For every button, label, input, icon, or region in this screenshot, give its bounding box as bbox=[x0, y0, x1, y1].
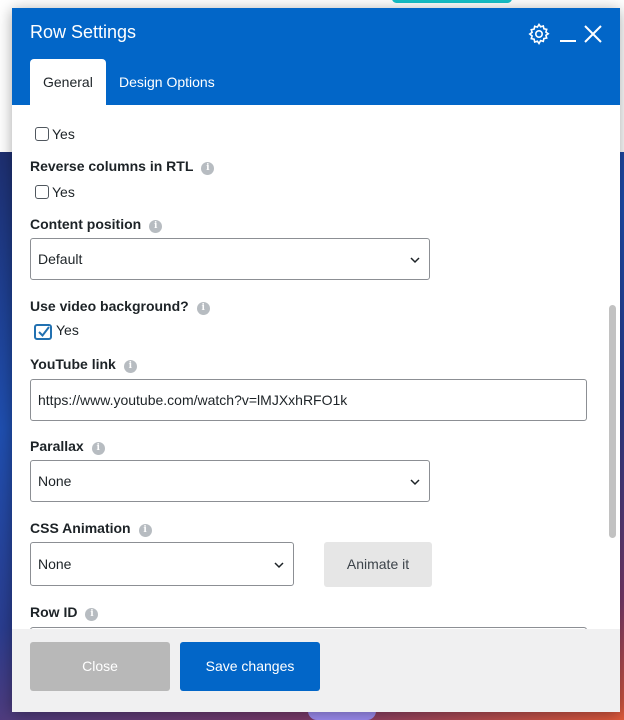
info-icon[interactable]: i bbox=[91, 442, 105, 455]
content-position-label-text: Content position bbox=[30, 216, 142, 232]
tab-general[interactable]: General bbox=[30, 59, 106, 105]
row-settings-dialog: Row Settings General Design Options Yes … bbox=[12, 8, 620, 712]
gear-icon[interactable] bbox=[527, 22, 551, 46]
parallax-label: Parallax i bbox=[30, 438, 105, 455]
row-id-label-text: Row ID bbox=[30, 604, 78, 620]
reverse-columns-checkbox-label: Yes bbox=[52, 184, 75, 200]
content-position-label: Content position i bbox=[30, 216, 163, 233]
top-option-checkbox-label: Yes bbox=[52, 126, 75, 142]
youtube-link-label-text: YouTube link bbox=[30, 356, 116, 372]
chevron-down-icon bbox=[274, 562, 284, 569]
info-icon[interactable]: i bbox=[201, 162, 215, 175]
scrollbar-thumb[interactable] bbox=[609, 305, 616, 538]
css-animation-select[interactable]: None bbox=[30, 542, 294, 586]
background-button bbox=[392, 0, 512, 3]
top-option-checkbox[interactable] bbox=[35, 127, 49, 141]
chevron-down-icon bbox=[410, 257, 420, 264]
animate-it-button[interactable]: Animate it bbox=[324, 542, 432, 587]
dialog-header: Row Settings General Design Options bbox=[12, 8, 620, 105]
info-icon[interactable]: i bbox=[149, 220, 163, 233]
parallax-select[interactable]: None bbox=[30, 460, 430, 502]
content-position-select[interactable]: Default bbox=[30, 238, 430, 280]
info-icon[interactable]: i bbox=[85, 608, 99, 621]
tab-design-options[interactable]: Design Options bbox=[106, 59, 228, 105]
dialog-footer: Close Save changes bbox=[12, 629, 620, 712]
css-animation-value: None bbox=[38, 556, 72, 572]
video-background-label-text: Use video background? bbox=[30, 298, 189, 314]
close-icon[interactable] bbox=[581, 22, 605, 46]
close-button[interactable]: Close bbox=[30, 642, 170, 691]
parallax-label-text: Parallax bbox=[30, 438, 84, 454]
video-background-checkbox[interactable] bbox=[34, 324, 52, 340]
youtube-link-input[interactable] bbox=[30, 379, 587, 421]
dialog-title: Row Settings bbox=[30, 22, 137, 42]
video-background-label: Use video background? i bbox=[30, 298, 210, 315]
row-id-label: Row ID i bbox=[30, 604, 99, 621]
css-animation-label-text: CSS Animation bbox=[30, 520, 131, 536]
checkmark-icon bbox=[38, 326, 50, 338]
video-background-checkbox-label: Yes bbox=[56, 322, 79, 338]
reverse-columns-label-text: Reverse columns in RTL bbox=[30, 158, 194, 174]
parallax-value: None bbox=[38, 473, 72, 489]
reverse-columns-label: Reverse columns in RTL i bbox=[30, 158, 215, 175]
dialog-body: Yes Reverse columns in RTL i Yes Content … bbox=[12, 105, 620, 629]
minimize-icon[interactable] bbox=[556, 22, 580, 46]
info-icon[interactable]: i bbox=[138, 524, 152, 537]
info-icon[interactable]: i bbox=[196, 302, 210, 315]
css-animation-label: CSS Animation i bbox=[30, 520, 152, 537]
chevron-down-icon bbox=[410, 479, 420, 486]
info-icon[interactable]: i bbox=[123, 360, 137, 373]
save-changes-button[interactable]: Save changes bbox=[180, 642, 320, 691]
youtube-link-label: YouTube link i bbox=[30, 356, 137, 373]
reverse-columns-checkbox[interactable] bbox=[35, 185, 49, 199]
content-position-value: Default bbox=[38, 251, 83, 267]
